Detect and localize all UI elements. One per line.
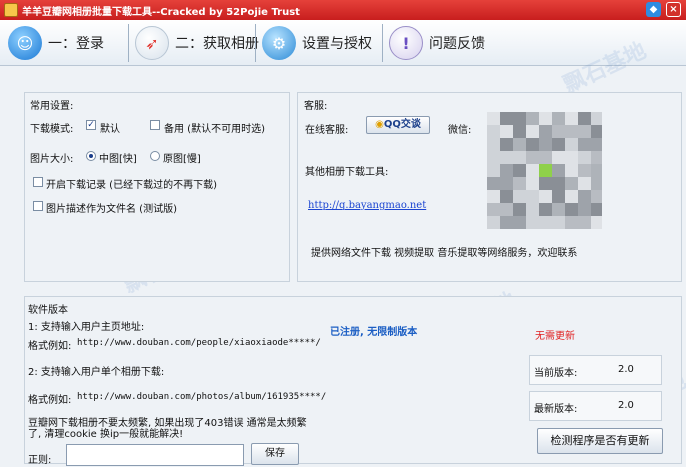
- download-log-checkbox[interactable]: [33, 177, 43, 187]
- window-title: 羊羊豆瓣网相册批量下载工具--Cracked by 52Pojie Trust: [22, 7, 300, 18]
- example2-url: http://www.douban.com/photos/album/16193…: [77, 392, 327, 402]
- settings-group-title: 常用设置:: [30, 101, 74, 112]
- nav-feedback[interactable]: ! 问题反馈: [389, 24, 485, 62]
- desc-filename-label: 图片描述作为文件名 (测试版): [46, 204, 177, 215]
- update-status: 无需更新: [535, 331, 575, 342]
- support-group-title: 客服:: [304, 101, 328, 112]
- check-update-button[interactable]: 检测程序是否有更新: [537, 428, 663, 454]
- website-link[interactable]: http://q.bayangmao.net: [308, 200, 426, 211]
- close-button[interactable]: ×: [666, 2, 681, 17]
- version-group-title: 软件版本: [28, 305, 68, 316]
- title-bar: 羊羊豆瓣网相册批量下载工具--Cracked by 52Pojie Trust …: [0, 0, 686, 20]
- current-version-value: 2.0: [618, 364, 634, 375]
- example1-url: http://www.douban.com/people/xiaoxiaode*…: [77, 338, 321, 348]
- image-size-label: 图片大小:: [30, 154, 74, 165]
- nav-login[interactable]: ☺ 一：登录: [8, 24, 104, 62]
- other-tools-label: 其他相册下载工具:: [305, 167, 389, 178]
- nav-get-album[interactable]: ➶ 二：获取相册: [135, 24, 259, 62]
- backup-mode-label: 备用 (默认不可用时选): [164, 124, 265, 135]
- save-button[interactable]: 保存: [251, 443, 299, 465]
- nav-login-label: 一：登录: [48, 36, 104, 52]
- nav-get-album-label: 二：获取相册: [175, 36, 259, 52]
- default-mode-label: 默认: [100, 124, 120, 135]
- app-icon: [4, 3, 18, 17]
- rocket-icon: ➶: [135, 26, 169, 60]
- feature-line-1: 1: 支持输入用户主页地址:: [28, 322, 145, 333]
- qq-icon: ◉: [375, 119, 384, 130]
- regex-label: 正则:: [28, 455, 52, 466]
- size-original-label: 原图[慢]: [163, 154, 201, 165]
- nav-feedback-label: 问题反馈: [429, 36, 485, 52]
- backup-mode-checkbox[interactable]: [150, 120, 160, 130]
- online-support-label: 在线客服:: [305, 125, 349, 136]
- nav-settings[interactable]: ⚙ 设置与授权: [262, 24, 372, 62]
- current-version-label: 当前版本:: [534, 368, 578, 379]
- example1-label: 格式例如:: [28, 341, 72, 352]
- size-medium-label: 中图[快]: [99, 154, 137, 165]
- registered-status: 已注册, 无限制版本: [330, 327, 418, 338]
- nav-settings-label: 设置与授权: [302, 36, 372, 52]
- size-medium-radio[interactable]: [86, 151, 96, 161]
- nav-bar: ☺ 一：登录 ➶ 二：获取相册 ⚙ 设置与授权 ! 问题反馈: [0, 20, 686, 66]
- help-icon: !: [389, 26, 423, 60]
- regex-input[interactable]: [66, 444, 244, 466]
- download-mode-label: 下载模式:: [30, 124, 74, 135]
- example2-label: 格式例如:: [28, 395, 72, 406]
- wechat-qr-code: [487, 112, 602, 230]
- qq-chat-button[interactable]: ◉QQ交谈: [366, 116, 430, 134]
- services-text: 提供网络文件下载 视频提取 音乐提取等网络服务，欢迎联系: [311, 248, 578, 259]
- size-original-radio[interactable]: [150, 151, 160, 161]
- default-mode-checkbox[interactable]: ✓: [86, 120, 96, 130]
- download-log-label: 开启下载记录 (已经下载过的不再下载): [46, 180, 217, 191]
- latest-version-label: 最新版本:: [534, 404, 578, 415]
- gear-icon: ⚙: [262, 26, 296, 60]
- wechat-label: 微信:: [448, 125, 472, 136]
- latest-version-value: 2.0: [618, 400, 634, 411]
- desc-filename-checkbox[interactable]: [33, 201, 43, 211]
- rate-warning: 豆瓣网下载相册不要太频繁, 如果出现了403错误 通常是太频繁了, 清理cook…: [28, 418, 307, 440]
- feature-line-2: 2: 支持输入用户单个相册下载:: [28, 367, 165, 378]
- skin-button[interactable]: ◆: [646, 2, 661, 17]
- user-icon: ☺: [8, 26, 42, 60]
